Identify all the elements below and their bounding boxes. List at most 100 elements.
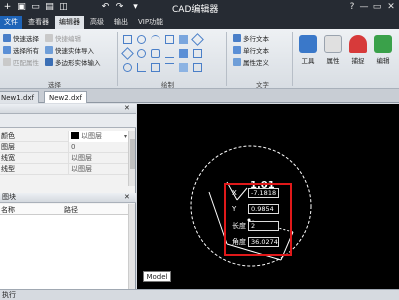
property-row-color[interactable]: 颜色 以图层 ▾	[0, 131, 128, 142]
edit-button[interactable]: 编辑	[372, 32, 394, 76]
polygon-tool-icon[interactable]	[191, 33, 204, 46]
new-icon[interactable]: +	[2, 2, 13, 13]
minimize-button[interactable]: —	[358, 1, 370, 13]
column-name[interactable]: 名称	[1, 205, 15, 215]
match-properties-button[interactable]: 匹配属性	[3, 58, 39, 68]
block-tool-icon[interactable]	[179, 49, 188, 58]
save-icon[interactable]: ▭	[30, 2, 41, 13]
image-tool-icon[interactable]	[193, 49, 202, 58]
group-divider	[117, 32, 118, 86]
tab-file[interactable]: 文件	[0, 16, 22, 29]
dynamic-input-box: X -7.1818 Y 0.9854 长度 2 角度 36.0274	[224, 183, 292, 256]
attribute-definition-label: 属性定义	[243, 59, 269, 67]
match-icon	[3, 58, 11, 66]
angle-input[interactable]: 36.0274	[248, 237, 279, 247]
property-value: 0	[68, 142, 128, 153]
x-input[interactable]: -7.1818	[248, 188, 279, 198]
y-label: Y	[232, 205, 237, 213]
mtext-label: 多行文本	[243, 35, 269, 43]
attribute-definition-button[interactable]: 属性定义	[233, 58, 269, 68]
property-row-layer[interactable]: 图层 0	[0, 142, 128, 153]
snap-button[interactable]: 捕捉	[347, 32, 369, 76]
polygon-entity-input-button[interactable]: 多边形实体输入	[45, 58, 101, 68]
region-tool-icon[interactable]	[179, 63, 188, 72]
group-divider	[292, 32, 293, 86]
properties-scrollbar[interactable]	[128, 131, 135, 186]
attribute-icon	[233, 58, 241, 66]
color-swatch	[71, 132, 79, 139]
quick-edit-button[interactable]: 快捷编辑	[45, 34, 81, 44]
draw-group-label: 绘制	[161, 81, 174, 89]
property-name: 图层	[1, 143, 15, 151]
blocks-panel-title: 图块	[2, 193, 16, 201]
app-title: CAD编辑器	[172, 5, 219, 15]
maximize-button[interactable]: ▭	[371, 1, 383, 13]
quick-entity-import-button[interactable]: 快速实体导入	[45, 46, 94, 56]
print-icon[interactable]: ▤	[44, 2, 55, 13]
property-row-linetype[interactable]: 线型 以图层	[0, 164, 128, 175]
arc-tool-icon[interactable]	[151, 35, 160, 44]
rectangle-tool-icon[interactable]	[165, 35, 174, 44]
blocks-scrollbar[interactable]	[128, 204, 135, 289]
tab-editor[interactable]: 编辑器	[55, 16, 84, 29]
close-icon[interactable]: ✕	[124, 193, 130, 201]
quick-select-label: 快速选择	[13, 35, 39, 43]
tab-output[interactable]: 输出	[110, 16, 132, 29]
xline-tool-icon[interactable]	[165, 63, 174, 72]
line-tool-icon[interactable]	[123, 35, 132, 44]
property-row-lineweight[interactable]: 线宽 以图层	[0, 153, 128, 164]
wipeout-tool-icon[interactable]	[193, 63, 202, 72]
close-icon[interactable]: ✕	[124, 104, 130, 112]
quick-select-button[interactable]: 快速选择	[3, 34, 39, 44]
color-select[interactable]: 以图层 ▾	[68, 131, 128, 142]
export-icon[interactable]: ◫	[58, 2, 69, 13]
y-input[interactable]: 0.9854	[248, 204, 279, 214]
circle-tool-icon[interactable]	[137, 35, 146, 44]
polyline-tool-icon[interactable]	[165, 49, 174, 58]
tab-advanced[interactable]: 高级	[86, 16, 108, 29]
point-tool-icon[interactable]	[123, 63, 132, 72]
mtext-button[interactable]: 多行文本	[233, 34, 269, 44]
blocks-list[interactable]	[0, 215, 128, 289]
help-icon[interactable]: ?	[346, 1, 358, 13]
tab-viewer[interactable]: 查看器	[24, 16, 53, 29]
quick-entity-import-label: 快速实体导入	[55, 47, 94, 55]
doc-tab-new2[interactable]: New2.dxf	[44, 91, 87, 103]
close-button[interactable]: ✕	[385, 1, 397, 13]
properties-button[interactable]: 属性	[322, 32, 344, 76]
scroll-thumb[interactable]	[130, 139, 135, 169]
tab-vip[interactable]: VIP功能	[134, 16, 167, 29]
text-icon	[233, 46, 241, 54]
property-value: 以图层	[68, 164, 128, 175]
open-icon[interactable]: ▣	[16, 2, 27, 13]
length-input[interactable]: 2	[248, 221, 279, 231]
spline-tool-icon[interactable]	[151, 49, 160, 58]
mtext-icon	[233, 34, 241, 42]
text-group-label: 文字	[256, 81, 269, 89]
redo-icon[interactable]: ↷	[114, 2, 125, 13]
edit-icon	[45, 34, 53, 42]
property-name: 线型	[1, 165, 15, 173]
x-label: X	[232, 189, 237, 197]
cursor-icon	[3, 34, 11, 42]
doc-tab-new1[interactable]: New1.dxf	[0, 91, 39, 103]
left-panel: ✕ 颜色 以图层 ▾ 图层 0 线宽 以图层 线型 以图层 图块 ✕ 名称 路径	[0, 104, 136, 289]
hatch-tool-icon[interactable]	[179, 35, 188, 44]
title-bar: + ▣ ▭ ▤ ◫ ↶ ↷ ▾ CAD编辑器 ? — ▭ ✕	[0, 0, 399, 15]
diamond-tool-icon[interactable]	[121, 47, 134, 60]
blocks-panel-header: 图块 ✕	[0, 193, 136, 203]
table-tool-icon[interactable]	[151, 63, 160, 72]
property-value: 以图层	[81, 132, 102, 140]
undo-icon[interactable]: ↶	[100, 2, 111, 13]
tools-button[interactable]: 工具	[297, 32, 319, 76]
column-path[interactable]: 路径	[64, 205, 78, 215]
quick-access-dropdown-icon[interactable]: ▾	[130, 2, 141, 13]
text-label: 单行文本	[243, 47, 269, 55]
dimension-tool-icon[interactable]	[137, 63, 146, 72]
model-tab[interactable]: Model	[143, 271, 171, 282]
status-bar: 执行	[0, 289, 399, 300]
select-all-button[interactable]: 选择所有	[3, 46, 39, 56]
ellipse-tool-icon[interactable]	[137, 49, 146, 58]
quick-edit-label: 快捷编辑	[55, 35, 81, 43]
text-button[interactable]: 单行文本	[233, 46, 269, 56]
